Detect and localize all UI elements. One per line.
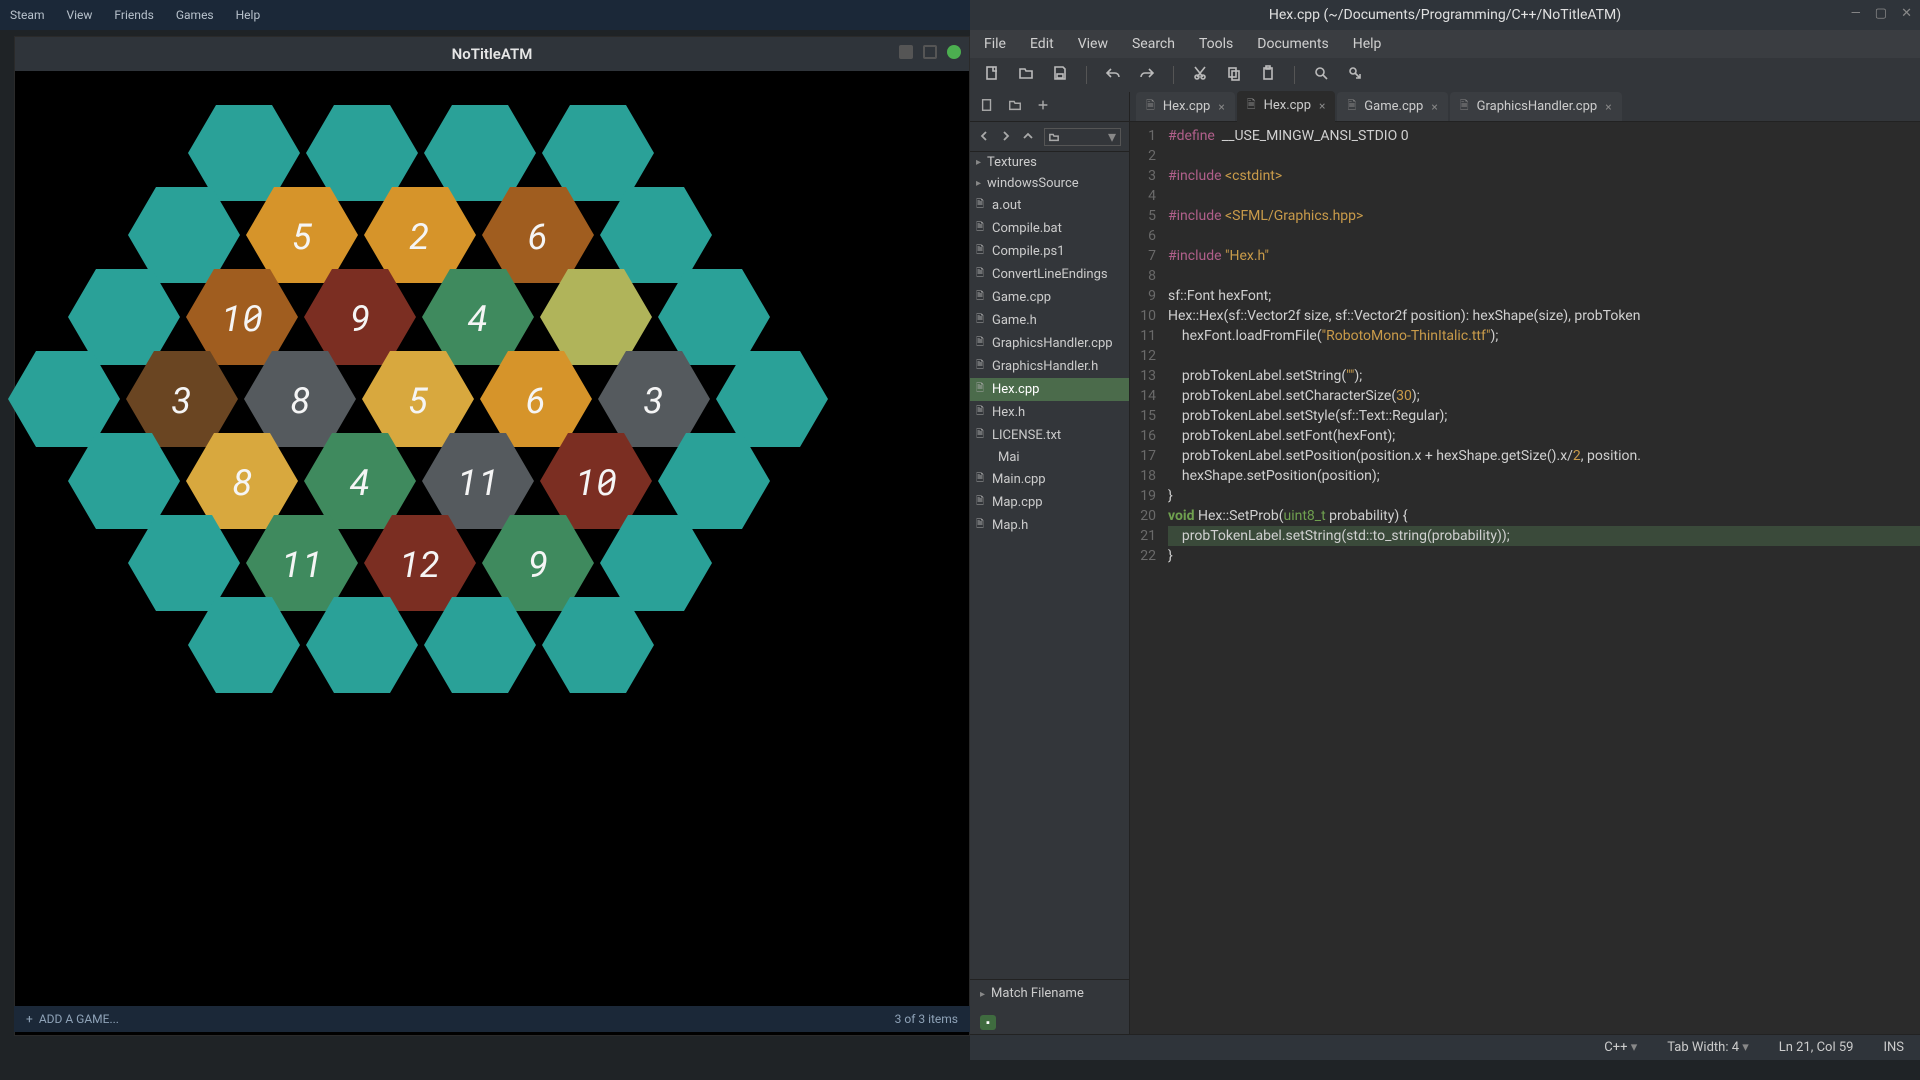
tree-item-hex-h[interactable]: 🗎Hex.h bbox=[970, 401, 1129, 424]
library-item-count: 3 of 3 items bbox=[895, 1012, 958, 1026]
tree-item-convertlineendings[interactable]: 🗎ConvertLineEndings bbox=[970, 263, 1129, 286]
close-icon[interactable] bbox=[947, 45, 961, 59]
tab-close-icon[interactable]: × bbox=[1431, 100, 1437, 114]
documents-panel-icon[interactable] bbox=[980, 97, 994, 116]
steam-menu-help[interactable]: Help bbox=[236, 8, 261, 22]
tree-item-map-h[interactable]: 🗎Map.h bbox=[970, 514, 1129, 537]
editor-menu-bar: File Edit View Search Tools Documents Help bbox=[970, 30, 1920, 58]
new-file-icon[interactable] bbox=[984, 65, 1000, 85]
tree-item-a-out[interactable]: 🗎a.out bbox=[970, 194, 1129, 217]
minimize-icon[interactable] bbox=[899, 45, 913, 59]
tab-close-icon[interactable]: × bbox=[1605, 100, 1611, 114]
tree-item-textures[interactable]: Textures bbox=[970, 152, 1129, 173]
save-icon[interactable] bbox=[1052, 65, 1068, 85]
hex-tile[interactable] bbox=[420, 593, 540, 697]
window-minimize-icon[interactable]: — bbox=[1851, 6, 1861, 21]
menu-help[interactable]: Help bbox=[1353, 36, 1382, 52]
window-maximize-icon[interactable]: ▢ bbox=[1875, 6, 1887, 21]
tree-item-license-txt[interactable]: 🗎LICENSE.txt bbox=[970, 424, 1129, 447]
match-filename-toggle[interactable]: Match Filename bbox=[970, 980, 1129, 1007]
game-titlebar: NoTitleATM bbox=[15, 37, 969, 71]
nav-forward-icon[interactable] bbox=[1000, 127, 1012, 146]
editor-toolbar bbox=[970, 58, 1920, 92]
tree-item-hex-cpp[interactable]: 🗎Hex.cpp bbox=[970, 378, 1129, 401]
status-tab-width[interactable]: Tab Width: 4 bbox=[1667, 1040, 1749, 1055]
steam-bottom-bar: +ADD A GAME... 3 of 3 items bbox=[14, 1006, 970, 1032]
tree-item-windowssource[interactable]: windowsSource bbox=[970, 173, 1129, 194]
menu-tools[interactable]: Tools bbox=[1199, 36, 1233, 52]
editor-title-text: Hex.cpp (~/Documents/Programming/C++/NoT… bbox=[1269, 7, 1621, 23]
hex-tile[interactable] bbox=[184, 593, 304, 697]
game-title-text: NoTitleATM bbox=[452, 45, 533, 63]
hex-tile[interactable] bbox=[302, 593, 422, 697]
editor-titlebar: Hex.cpp (~/Documents/Programming/C++/NoT… bbox=[970, 0, 1920, 30]
maximize-icon[interactable] bbox=[923, 45, 937, 59]
nav-path-dropdown[interactable]: ▾ bbox=[1044, 128, 1121, 146]
side-panel: ▾ TextureswindowsSource🗎a.out🗎Compile.ba… bbox=[970, 92, 1130, 1034]
steam-menu-games[interactable]: Games bbox=[176, 8, 214, 22]
nav-up-icon[interactable] bbox=[1022, 127, 1034, 146]
tab-game-cpp[interactable]: 🗎Game.cpp× bbox=[1337, 92, 1447, 121]
open-file-icon[interactable] bbox=[1018, 65, 1034, 85]
code-editor[interactable]: 12345678910111213141516171819202122 #def… bbox=[1130, 122, 1920, 1034]
steam-menu-view[interactable]: View bbox=[66, 8, 92, 22]
menu-search[interactable]: Search bbox=[1132, 36, 1175, 52]
tab-hex-cpp[interactable]: 🗎Hex.cpp× bbox=[1136, 92, 1235, 121]
status-bar: C++ Tab Width: 4 Ln 21, Col 59 INS bbox=[970, 1034, 1920, 1060]
tab-graphicshandler-cpp[interactable]: 🗎GraphicsHandler.cpp× bbox=[1450, 92, 1622, 121]
redo-icon[interactable] bbox=[1139, 65, 1155, 85]
replace-icon[interactable] bbox=[1347, 65, 1363, 85]
tree-item-game-h[interactable]: 🗎Game.h bbox=[970, 309, 1129, 332]
nav-back-icon[interactable] bbox=[978, 127, 990, 146]
add-panel-icon[interactable] bbox=[1036, 97, 1050, 116]
status-cursor-pos: Ln 21, Col 59 bbox=[1779, 1040, 1854, 1055]
menu-documents[interactable]: Documents bbox=[1257, 36, 1328, 52]
steam-menu-friends[interactable]: Friends bbox=[114, 8, 153, 22]
menu-view[interactable]: View bbox=[1078, 36, 1108, 52]
cut-icon[interactable] bbox=[1192, 65, 1208, 85]
add-game-button[interactable]: +ADD A GAME... bbox=[26, 1012, 119, 1026]
search-icon[interactable] bbox=[1313, 65, 1329, 85]
paste-icon[interactable] bbox=[1260, 65, 1276, 85]
game-window: NoTitleATM 52610943856384111011129 bbox=[14, 36, 970, 1036]
tab-hex-cpp[interactable]: 🗎Hex.cpp× bbox=[1237, 91, 1336, 122]
menu-file[interactable]: File bbox=[984, 36, 1006, 52]
undo-icon[interactable] bbox=[1105, 65, 1121, 85]
tree-item-compile-bat[interactable]: 🗎Compile.bat bbox=[970, 217, 1129, 240]
copy-icon[interactable] bbox=[1226, 65, 1242, 85]
game-viewport[interactable]: 52610943856384111011129 bbox=[15, 71, 969, 1035]
steam-menu-steam[interactable]: Steam bbox=[10, 8, 44, 22]
menu-edit[interactable]: Edit bbox=[1030, 36, 1054, 52]
window-close-icon[interactable]: ✕ bbox=[1901, 6, 1912, 21]
status-insert-mode: INS bbox=[1883, 1040, 1904, 1055]
tree-item-graphicshandler-cpp[interactable]: 🗎GraphicsHandler.cpp bbox=[970, 332, 1129, 355]
tree-item-compile-ps1[interactable]: 🗎Compile.ps1 bbox=[970, 240, 1129, 263]
tree-item-graphicshandler-h[interactable]: 🗎GraphicsHandler.h bbox=[970, 355, 1129, 378]
editor-window: Hex.cpp (~/Documents/Programming/C++/NoT… bbox=[970, 0, 1920, 1060]
tab-close-icon[interactable]: × bbox=[1218, 100, 1224, 114]
tree-item-main-cpp[interactable]: 🗎Main.cpp bbox=[970, 468, 1129, 491]
status-language[interactable]: C++ bbox=[1604, 1040, 1637, 1055]
tree-item-map-cpp[interactable]: 🗎Map.cpp bbox=[970, 491, 1129, 514]
tab-close-icon[interactable]: × bbox=[1319, 99, 1325, 113]
hex-tile[interactable] bbox=[538, 593, 658, 697]
terminal-badge[interactable]: ▪ bbox=[980, 1015, 996, 1030]
file-tree: TextureswindowsSource🗎a.out🗎Compile.bat🗎… bbox=[970, 152, 1129, 979]
steam-menu-bar: Steam View Friends Games Help bbox=[0, 0, 970, 30]
tree-item-game-cpp[interactable]: 🗎Game.cpp bbox=[970, 286, 1129, 309]
tree-item-mai[interactable]: Mai bbox=[970, 447, 1129, 468]
filebrowser-panel-icon[interactable] bbox=[1008, 97, 1022, 116]
editor-tabs: 🗎Hex.cpp×🗎Hex.cpp×🗎Game.cpp×🗎GraphicsHan… bbox=[1130, 92, 1920, 122]
